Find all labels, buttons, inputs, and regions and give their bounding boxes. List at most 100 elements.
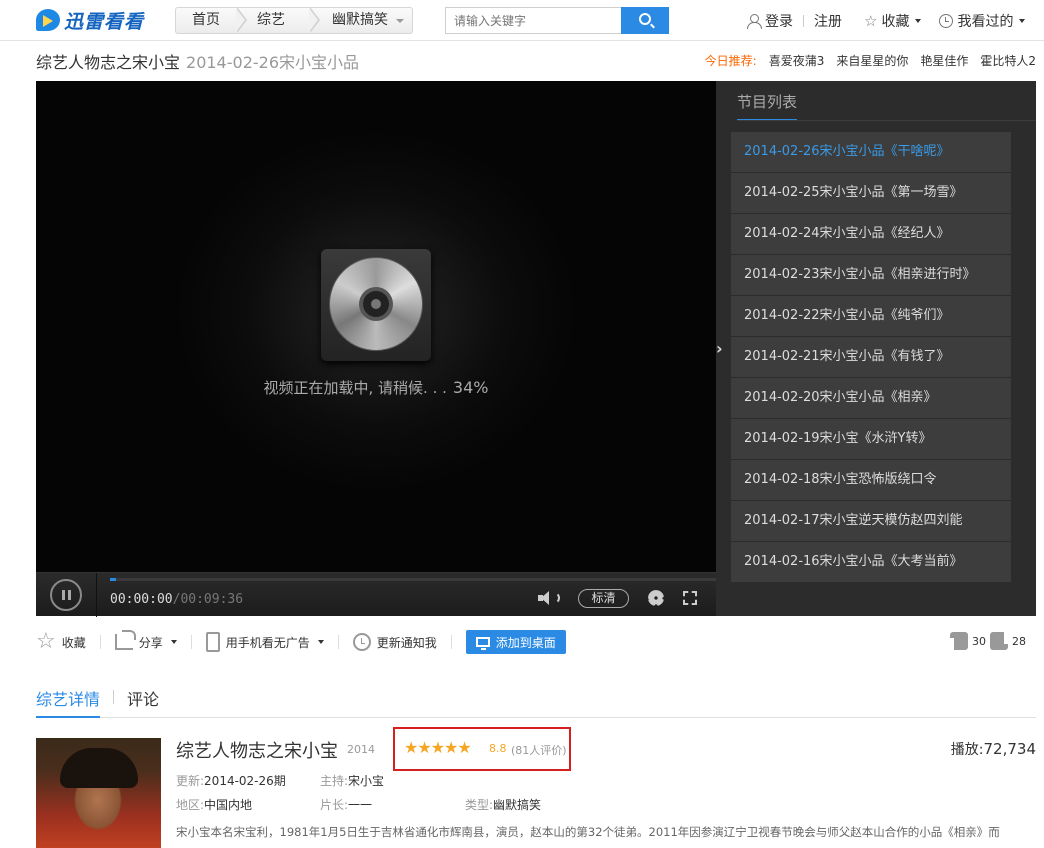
star-icon: ☆ — [864, 11, 878, 30]
show-description: 宋小宝本名宋宝利，1981年1月5日生于吉林省通化市辉南县，演员，赵本山的第32… — [176, 825, 1000, 839]
pause-button[interactable] — [50, 579, 82, 611]
notify-label: 更新通知我 — [376, 635, 437, 650]
share-label: 分享 — [138, 635, 163, 650]
episode-item[interactable]: 2014-02-26宋小宝小品《干啥呢》 — [731, 132, 1011, 173]
login-link[interactable]: 登录 — [747, 11, 793, 31]
chevron-right-icon[interactable]: › — [716, 341, 730, 357]
clock-icon — [939, 13, 954, 28]
breadcrumb-home[interactable]: 首页 — [176, 7, 247, 33]
today-recommend: 今日推荐: 喜爱夜蒲3 来自星星的你 艳星佳作 霍比特人2 — [705, 52, 1036, 69]
tab-details[interactable]: 综艺详情 — [36, 686, 101, 718]
episode-item[interactable]: 2014-02-17宋小宝逆天模仿赵四刘能 — [731, 501, 1011, 542]
episode-item[interactable]: 2014-02-20宋小宝小品《相亲》 — [731, 378, 1011, 419]
update-label: 更新: — [176, 774, 205, 788]
loading-text: 视频正在加载中, 请稍候. . . — [263, 379, 447, 397]
region-label: 地区: — [176, 798, 205, 812]
disc-loading-icon — [321, 249, 431, 361]
host-label: 主持: — [320, 774, 349, 788]
episode-list: 2014-02-26宋小宝小品《干啥呢》 2014-02-25宋小宝小品《第一场… — [731, 132, 1011, 583]
breadcrumb-variety-label: 综艺 — [257, 12, 285, 28]
video-title: 综艺人物志之宋小宝 — [36, 53, 181, 72]
share-icon — [114, 630, 136, 650]
star-icon: ☆ — [36, 629, 56, 654]
episode-item[interactable]: 2014-02-21宋小宝小品《有钱了》 — [731, 337, 1011, 378]
notify-button[interactable]: 更新通知我 — [352, 633, 437, 651]
add-to-desktop-button[interactable]: 添加到桌面 — [465, 630, 566, 654]
chevron-down-icon — [170, 640, 177, 644]
current-time: 00:00:00 — [110, 592, 173, 607]
plays-value: 72,734 — [983, 740, 1037, 758]
host-info: 主持:宋小宝 — [320, 772, 384, 789]
user-icon — [747, 13, 762, 29]
player-controls: 00:00:00/00:09:36 标清 — [36, 572, 716, 617]
action-bar: ☆ 收藏 分享 用手机看无广告 更新通知我 添加到桌面 30 28 — [36, 626, 1036, 658]
poster-figure — [60, 748, 138, 788]
likes-count: 30 — [972, 634, 986, 648]
favorites-menu[interactable]: ☆ 收藏 — [864, 11, 922, 31]
user-nav: 登录 注册 ☆ 收藏 我看过的 — [747, 0, 1026, 41]
breadcrumb-comedy-label: 幽默搞笑 — [332, 12, 388, 28]
mobile-watch-button[interactable]: 用手机看无广告 — [205, 632, 324, 652]
genre-label: 类型: — [465, 798, 494, 812]
gear-icon[interactable] — [648, 590, 664, 606]
progress-bar[interactable] — [110, 578, 716, 581]
history-label: 我看过的 — [957, 13, 1014, 30]
loading-message: 视频正在加载中, 请稍候. . . 34% — [36, 377, 716, 398]
chevron-down-icon — [915, 18, 922, 23]
region-info: 地区:中国内地 — [176, 796, 252, 813]
site-logo[interactable]: 迅雷看看 — [36, 8, 145, 33]
search-input[interactable] — [445, 7, 621, 34]
episode-item[interactable]: 2014-02-22宋小宝小品《纯爷们》 — [731, 296, 1011, 337]
rating-stars-icon[interactable]: ★★★★★ — [404, 738, 472, 757]
rating-score: 8.8 — [489, 742, 507, 755]
episode-item[interactable]: 2014-02-24宋小宝小品《经纪人》 — [731, 214, 1011, 255]
show-poster[interactable] — [36, 738, 161, 848]
fullscreen-icon[interactable] — [683, 591, 697, 605]
chevron-down-icon — [396, 19, 404, 23]
recommend-link[interactable]: 来自星星的你 — [836, 52, 908, 69]
volume-icon[interactable] — [538, 590, 560, 606]
length-info: 片长:一一 — [320, 796, 372, 813]
logo-text: 迅雷看看 — [64, 10, 145, 33]
volume-wave-icon — [552, 592, 560, 604]
breadcrumb: 首页 综艺 幽默搞笑 — [175, 7, 413, 34]
logo-icon — [36, 9, 60, 31]
sidebar-title: 节目列表 — [737, 91, 798, 121]
search-button[interactable] — [621, 7, 669, 34]
episode-item[interactable]: 2014-02-18宋小宝恐怖版绕口令 — [731, 460, 1011, 501]
episode-item[interactable]: 2014-02-19宋小宝《水浒Y转》 — [731, 419, 1011, 460]
show-title: 综艺人物志之宋小宝 — [176, 741, 338, 762]
episode-item[interactable]: 2014-02-23宋小宝小品《相亲进行时》 — [731, 255, 1011, 296]
divider — [190, 635, 192, 649]
recommend-link[interactable]: 喜爱夜蒲3 — [769, 52, 825, 69]
history-menu[interactable]: 我看过的 — [939, 11, 1026, 31]
recommend-link[interactable]: 霍比特人2 — [980, 52, 1036, 69]
play-count: 播放:72,734 — [951, 739, 1036, 759]
breadcrumb-variety[interactable]: 综艺 — [241, 7, 320, 33]
region-value[interactable]: 中国内地 — [204, 798, 252, 812]
recommend-link[interactable]: 艳星佳作 — [920, 52, 968, 69]
monitor-icon — [475, 637, 490, 650]
tab-comments[interactable]: 评论 — [127, 686, 159, 716]
quality-button[interactable]: 标清 — [578, 589, 629, 608]
video-player[interactable]: 视频正在加载中, 请稍候. . . 34% 00:00:00/00:09:36 标… — [36, 81, 716, 617]
thumbs-down-icon[interactable] — [990, 632, 1008, 650]
genre-value[interactable]: 幽默搞笑 — [493, 798, 541, 812]
favorite-button[interactable]: ☆ 收藏 — [36, 631, 86, 653]
thumbs-up-icon[interactable] — [950, 632, 968, 650]
phone-icon — [205, 632, 220, 652]
episode-item[interactable]: 2014-02-16宋小宝小品《大考当前》 — [731, 542, 1011, 583]
episode-item[interactable]: 2014-02-25宋小宝小品《第一场雪》 — [731, 173, 1011, 214]
top-header: 迅雷看看 首页 综艺 幽默搞笑 登录 注册 ☆ 收藏 — [0, 0, 1044, 41]
host-value[interactable]: 宋小宝 — [348, 774, 384, 788]
length-value: 一一 — [348, 798, 373, 812]
register-link[interactable]: 注册 — [814, 11, 842, 31]
episode-sidebar: › 节目列表 2014-02-26宋小宝小品《干啥呢》 2014-02-25宋小… — [716, 81, 1036, 616]
breadcrumb-comedy-dropdown[interactable]: 幽默搞笑 — [314, 8, 412, 33]
search-icon — [639, 13, 651, 25]
time-display: 00:00:00/00:09:36 — [110, 592, 243, 607]
alarm-clock-icon — [352, 633, 371, 651]
login-label: 登录 — [765, 13, 793, 30]
loading-percent: 34% — [452, 378, 489, 397]
share-button[interactable]: 分享 — [114, 630, 177, 651]
